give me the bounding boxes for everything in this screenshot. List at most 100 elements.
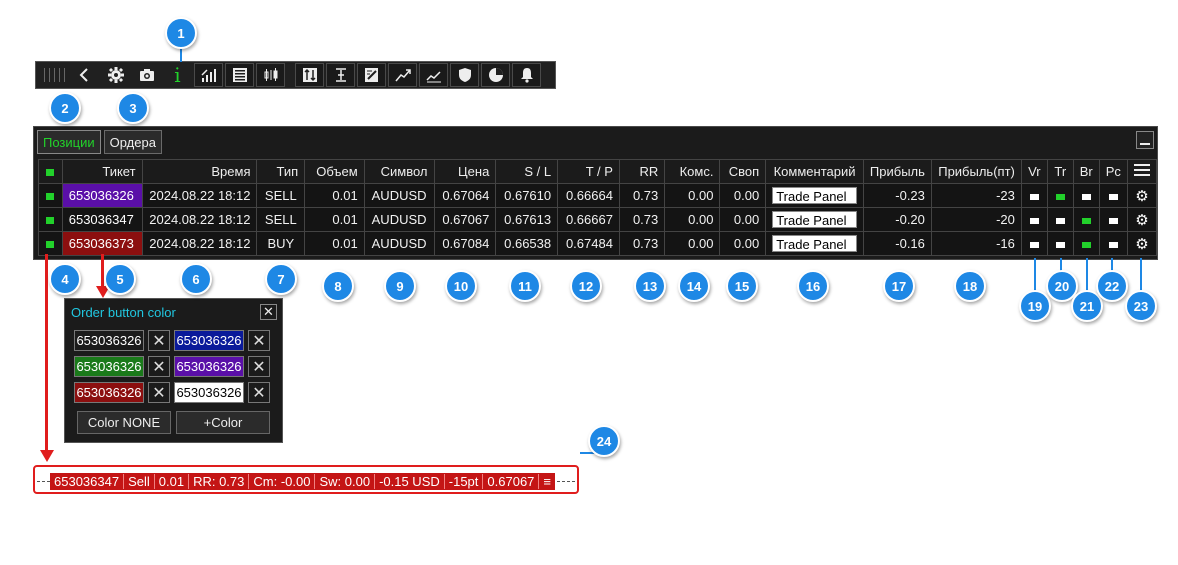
tab-bar: Позиции Ордера: [37, 130, 162, 154]
back-icon[interactable]: [70, 63, 99, 87]
close-icon[interactable]: ✕: [260, 304, 277, 320]
row-checkbox[interactable]: [38, 207, 63, 232]
ticket-button[interactable]: 653036347: [61, 207, 143, 232]
bell-icon[interactable]: [512, 63, 541, 87]
add-color-button[interactable]: +Color: [176, 411, 270, 434]
row-settings-icon[interactable]: ⚙: [1126, 207, 1158, 232]
toggle-tr[interactable]: [1046, 183, 1074, 208]
comment-field[interactable]: Trade Panel: [765, 183, 864, 208]
swap-icon[interactable]: [295, 63, 324, 87]
table-row[interactable]: 653036373 2024.08.22 18:12 BUY 0.01 AUDUSD 0.…: [38, 231, 1158, 256]
column-header[interactable]: Tr: [1046, 159, 1074, 184]
table-row[interactable]: 653036326 2024.08.22 18:12 SELL 0.01 AUDUSD 0…: [38, 183, 1158, 208]
column-header[interactable]: Vr: [1020, 159, 1048, 184]
status-menu-icon[interactable]: ≡: [539, 474, 555, 489]
toggle-pc[interactable]: [1098, 207, 1128, 232]
callout-badge: 8: [322, 270, 354, 302]
table-row[interactable]: 653036347 2024.08.22 18:12 SELL 0.01 AUDUSD 0…: [38, 207, 1158, 232]
ticket-button[interactable]: 653036326: [61, 183, 143, 208]
column-header[interactable]: Своп: [719, 159, 767, 184]
comment-field[interactable]: Trade Panel: [765, 207, 864, 232]
order-status-line[interactable]: 653036347 Sell 0.01 RR: 0.73 Cm: -0.00 Sw: 0.…: [50, 473, 555, 490]
color-swatch[interactable]: 653036326: [174, 382, 244, 403]
toggle-pc[interactable]: [1098, 183, 1128, 208]
color-swatch[interactable]: 653036326: [74, 382, 144, 403]
callout-badge: 11: [509, 270, 541, 302]
row-checkbox[interactable]: [38, 231, 63, 256]
cell-swap: 0.00: [719, 207, 767, 232]
remove-color-icon[interactable]: ✕: [248, 382, 270, 403]
gear-icon[interactable]: [101, 63, 130, 87]
callout-badge: 3: [117, 92, 149, 124]
callout-badge: 24: [588, 425, 620, 457]
pie-icon[interactable]: [481, 63, 510, 87]
column-header[interactable]: Символ: [363, 159, 435, 184]
column-header[interactable]: Br: [1072, 159, 1100, 184]
select-all-checkbox[interactable]: [38, 159, 63, 184]
color-swatch[interactable]: 653036326: [74, 330, 144, 351]
remove-color-icon[interactable]: ✕: [248, 356, 270, 377]
column-header[interactable]: Комментарий: [765, 159, 864, 184]
ticket-button[interactable]: 653036373: [61, 231, 143, 256]
toggle-br[interactable]: [1072, 207, 1100, 232]
row-settings-icon[interactable]: ⚙: [1126, 231, 1158, 256]
toggle-tr[interactable]: [1046, 207, 1074, 232]
toggle-br[interactable]: [1072, 231, 1100, 256]
callout-badge: 15: [726, 270, 758, 302]
tab-orders[interactable]: Ордера: [103, 130, 162, 154]
cell-symbol: AUDUSD: [363, 207, 435, 232]
candles-icon[interactable]: [256, 63, 285, 87]
camera-icon[interactable]: [132, 63, 161, 87]
column-header[interactable]: Pc: [1098, 159, 1128, 184]
remove-color-icon[interactable]: ✕: [148, 330, 170, 351]
status-field: RR: 0.73: [189, 474, 250, 489]
level-icon[interactable]: [326, 63, 355, 87]
edit-icon[interactable]: [357, 63, 386, 87]
minimize-button[interactable]: [1136, 131, 1154, 149]
toggle-vr[interactable]: [1020, 183, 1048, 208]
tab-positions[interactable]: Позиции: [37, 130, 101, 154]
menu-icon[interactable]: [1126, 159, 1158, 184]
column-header[interactable]: Тип: [256, 159, 306, 184]
list-icon[interactable]: [225, 63, 254, 87]
color-swatch[interactable]: 653036326: [174, 356, 244, 377]
column-header[interactable]: Прибыль(пт): [930, 159, 1022, 184]
drag-grip-icon[interactable]: [40, 66, 70, 84]
color-swatch[interactable]: 653036326: [174, 330, 244, 351]
column-header[interactable]: Время: [141, 159, 258, 184]
toggle-tr[interactable]: [1046, 231, 1074, 256]
column-header[interactable]: Объем: [304, 159, 365, 184]
column-header[interactable]: Комс.: [664, 159, 721, 184]
cell-profit: -0.23: [862, 183, 932, 208]
comment-field[interactable]: Trade Panel: [765, 231, 864, 256]
callout-badge: 22: [1096, 270, 1128, 302]
row-settings-icon[interactable]: ⚙: [1126, 183, 1158, 208]
remove-color-icon[interactable]: ✕: [248, 330, 270, 351]
cell-type: SELL: [256, 183, 306, 208]
column-header[interactable]: T / P: [557, 159, 620, 184]
toggle-vr[interactable]: [1020, 207, 1048, 232]
color-none-button[interactable]: Color NONE: [77, 411, 171, 434]
signal-icon[interactable]: [194, 63, 223, 87]
info-icon[interactable]: i: [163, 63, 192, 87]
shield-icon[interactable]: [450, 63, 479, 87]
status-field: -0.15 USD: [375, 474, 445, 489]
callout-badge: 23: [1125, 290, 1157, 322]
toggle-vr[interactable]: [1020, 231, 1048, 256]
toggle-br[interactable]: [1072, 183, 1100, 208]
column-header[interactable]: Тикет: [61, 159, 143, 184]
column-header[interactable]: RR: [618, 159, 666, 184]
column-header[interactable]: Цена: [433, 159, 497, 184]
positions-panel: Позиции Ордера Тикет Время Тип Объем Сим…: [33, 126, 1158, 260]
toggle-pc[interactable]: [1098, 231, 1128, 256]
trend-icon[interactable]: [388, 63, 417, 87]
column-header[interactable]: S / L: [495, 159, 559, 184]
column-header[interactable]: Прибыль: [862, 159, 932, 184]
remove-color-icon[interactable]: ✕: [148, 356, 170, 377]
color-swatch[interactable]: 653036326: [74, 356, 144, 377]
trend2-icon[interactable]: [419, 63, 448, 87]
cell-symbol: AUDUSD: [363, 183, 435, 208]
row-checkbox[interactable]: [38, 183, 63, 208]
callout-badge: 18: [954, 270, 986, 302]
remove-color-icon[interactable]: ✕: [148, 382, 170, 403]
